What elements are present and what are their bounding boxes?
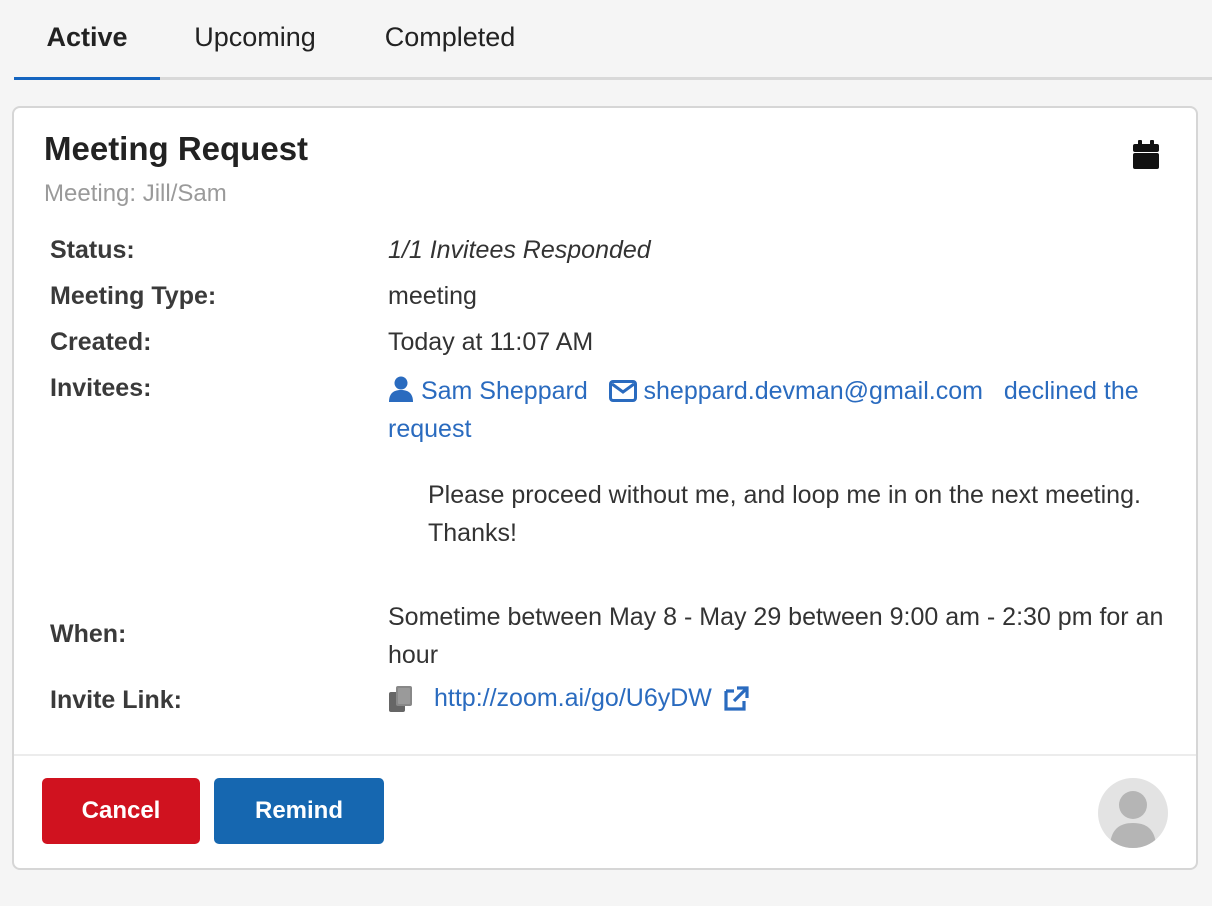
- invite-link-row: http://zoom.ai/go/U6yDW: [388, 684, 750, 713]
- envelope-icon: [608, 380, 637, 402]
- invitees-label: Invitees:: [50, 374, 152, 402]
- invitee-email-link[interactable]: sheppard.devman@gmail.com: [644, 377, 983, 405]
- invite-link-label: Invite Link:: [50, 686, 182, 714]
- card-divider: [14, 754, 1196, 756]
- created-value: Today at 11:07 AM: [388, 328, 594, 356]
- meeting-request-card: Meeting Request Meeting: Jill/Sam Status…: [12, 106, 1198, 870]
- invitee-name-link[interactable]: Sam Sheppard: [421, 377, 588, 405]
- meeting-type-value: meeting: [388, 282, 477, 310]
- user-icon: [389, 376, 413, 402]
- created-label: Created:: [50, 328, 152, 356]
- external-link-icon[interactable]: [722, 685, 750, 713]
- invitee-message: Please proceed without me, and loop me i…: [428, 481, 1141, 547]
- status-label: Status:: [50, 236, 135, 264]
- tab-completed[interactable]: Completed: [364, 0, 536, 80]
- card-title: Meeting Request: [44, 130, 309, 167]
- invite-link[interactable]: http://zoom.ai/go/U6yDW: [434, 684, 712, 713]
- card-subtitle: Meeting: Jill/Sam: [44, 180, 227, 207]
- invitee-entry: Sam Sheppard sheppard.devman@gmail.com d…: [388, 372, 1178, 448]
- when-value: Sometime between May 8 - May 29 between …: [388, 603, 1164, 669]
- calendar-icon[interactable]: [1132, 140, 1160, 170]
- when-label: When:: [50, 620, 127, 648]
- remind-button[interactable]: Remind: [214, 778, 384, 844]
- tab-bar: Active Upcoming Completed: [14, 0, 1212, 80]
- status-value: 1/1 Invitees Responded: [388, 236, 651, 264]
- tab-upcoming[interactable]: Upcoming: [174, 0, 336, 80]
- tab-active[interactable]: Active: [14, 0, 160, 80]
- cancel-button[interactable]: Cancel: [42, 778, 200, 844]
- user-avatar-icon: [1110, 791, 1156, 848]
- meeting-type-label: Meeting Type:: [50, 282, 217, 310]
- copy-icon[interactable]: [388, 685, 414, 713]
- avatar[interactable]: [1098, 778, 1168, 848]
